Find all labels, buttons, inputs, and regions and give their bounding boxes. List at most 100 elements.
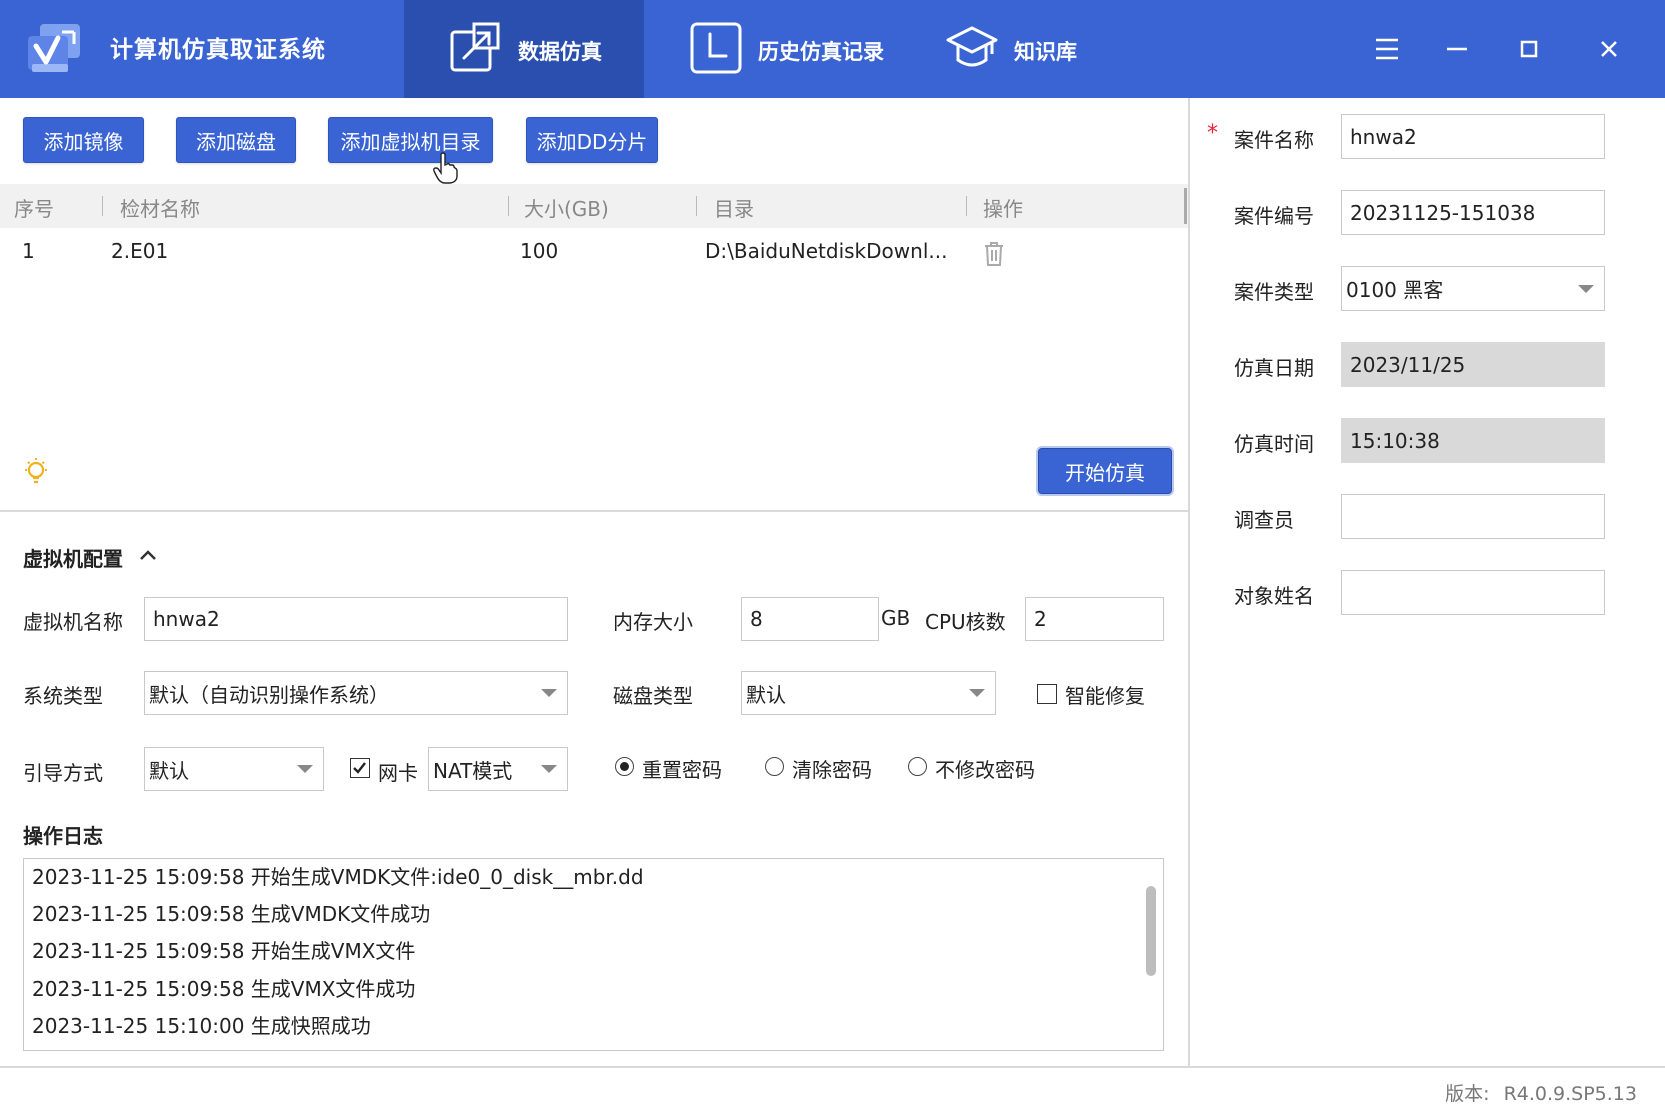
cpu-label: CPU核数 — [925, 610, 1006, 634]
vm-config-title[interactable]: 虚拟机配置 — [23, 543, 123, 572]
sim-date-field: 2023/11/25 — [1341, 342, 1605, 387]
log-title: 操作日志 — [23, 824, 103, 848]
case-type-label: 案件类型 — [1234, 280, 1314, 304]
radio-clear-password[interactable] — [765, 757, 784, 776]
required-marker: * — [1207, 121, 1218, 146]
boot-mode-label: 引导方式 — [23, 761, 103, 785]
cell-name: 2.E01 — [111, 239, 169, 263]
investigator-label: 调查员 — [1234, 508, 1294, 532]
operation-log[interactable]: 2023-11-25 15:09:58 开始生成VMDK文件:ide0_0_di… — [23, 858, 1164, 1051]
radio-keep-password[interactable] — [908, 757, 927, 776]
os-type-select[interactable]: 默认（自动识别操作系统） — [144, 671, 568, 715]
tab-knowledge-base[interactable]: 知识库 — [930, 0, 1130, 98]
disk-type-select[interactable]: 默认 — [741, 671, 996, 715]
column-header-actions: 操作 — [983, 197, 1023, 221]
start-simulation-button[interactable]: 开始仿真 — [1038, 448, 1172, 494]
smart-repair-label[interactable]: 智能修复 — [1065, 680, 1145, 709]
reset-password-label[interactable]: 重置密码 — [642, 754, 722, 783]
version-value: R4.0.9.SP5.13 — [1503, 1083, 1637, 1105]
app-title: 计算机仿真取证系统 — [110, 37, 326, 63]
version-label: 版本: — [1445, 1083, 1490, 1105]
open-external-icon — [450, 22, 500, 72]
add-dd-split-button[interactable]: 添加DD分片 — [526, 117, 658, 163]
column-header-index[interactable]: 序号 — [14, 193, 54, 222]
case-number-label: 案件编号 — [1234, 204, 1314, 228]
case-number-input[interactable]: 20231125-151038 — [1341, 190, 1605, 235]
nic-mode-select[interactable]: NAT模式 — [428, 747, 568, 791]
version-info: 版本: R4.0.9.SP5.13 — [1445, 1079, 1637, 1106]
lightbulb-icon[interactable] — [22, 456, 50, 486]
status-bar — [0, 1066, 1665, 1110]
nic-checkbox[interactable] — [350, 758, 370, 778]
nic-mode-value: NAT模式 — [433, 758, 513, 783]
case-type-value: 0100 黑客 — [1346, 278, 1444, 302]
chevron-down-icon — [1578, 285, 1594, 293]
subject-name-input[interactable] — [1341, 570, 1605, 615]
case-name-label: 案件名称 — [1234, 128, 1314, 152]
boot-mode-value: 默认 — [149, 758, 189, 783]
os-type-value: 默认（自动识别操作系统） — [149, 682, 389, 707]
os-type-label: 系统类型 — [23, 684, 103, 708]
app-logo-icon — [28, 24, 80, 72]
clear-password-label[interactable]: 清除密码 — [792, 754, 872, 783]
tab-label: 数据仿真 — [518, 40, 602, 64]
memory-unit: GB — [881, 606, 911, 630]
chevron-down-icon — [297, 765, 313, 773]
memory-input[interactable]: 8 — [741, 597, 879, 641]
title-bar: 计算机仿真取证系统 数据仿真 历史仿真记录 知识库 — [0, 0, 1665, 98]
sim-date-label: 仿真日期 — [1234, 356, 1314, 380]
checkmark-icon — [353, 762, 366, 774]
panel-divider — [1188, 98, 1190, 1068]
cell-size: 100 — [520, 239, 559, 263]
vm-name-input[interactable]: hnwa2 — [144, 597, 568, 641]
table-header: 序号 检材名称 大小(GB) 目录 操作 — [0, 184, 1188, 228]
menu-icon[interactable] — [1364, 26, 1410, 72]
tab-history-records[interactable]: 历史仿真记录 — [668, 0, 908, 98]
cell-index: 1 — [22, 239, 35, 263]
chevron-down-icon — [969, 689, 985, 697]
log-line: 2023-11-25 15:09:58 生成VMX文件成功 — [32, 977, 416, 1001]
column-header-directory[interactable]: 目录 — [714, 193, 754, 222]
log-line: 2023-11-25 15:09:58 开始生成VMDK文件:ide0_0_di… — [32, 865, 644, 889]
radio-reset-password[interactable] — [615, 757, 634, 776]
vm-name-label: 虚拟机名称 — [23, 610, 123, 634]
trash-icon[interactable] — [982, 239, 1006, 267]
hand-cursor-icon — [433, 152, 458, 184]
tab-label: 历史仿真记录 — [758, 40, 884, 64]
log-line: 2023-11-25 15:09:58 生成VMDK文件成功 — [32, 902, 431, 926]
case-type-select[interactable]: 0100 黑客 — [1341, 266, 1605, 311]
chevron-up-icon[interactable] — [137, 545, 159, 565]
add-vm-directory-button[interactable]: 添加虚拟机目录 — [328, 117, 493, 163]
smart-repair-checkbox[interactable] — [1037, 684, 1057, 704]
log-line: 2023-11-25 15:09:58 开始生成VMX文件 — [32, 939, 416, 963]
cell-directory: D:\BaiduNetdiskDownl... — [705, 239, 948, 263]
clock-icon — [690, 22, 742, 74]
disk-type-label: 磁盘类型 — [613, 684, 693, 708]
investigator-input[interactable] — [1341, 494, 1605, 539]
tab-label: 知识库 — [1014, 40, 1077, 64]
add-disk-button[interactable]: 添加磁盘 — [176, 117, 296, 163]
tab-data-simulation[interactable]: 数据仿真 — [404, 0, 644, 98]
cpu-cores-input[interactable]: 2 — [1025, 597, 1164, 641]
column-header-size[interactable]: 大小(GB) — [524, 193, 609, 222]
log-line: 2023-11-25 15:10:00 生成快照成功 — [32, 1014, 371, 1038]
close-icon[interactable] — [1586, 26, 1632, 72]
add-image-button[interactable]: 添加镜像 — [23, 117, 144, 163]
nic-label[interactable]: 网卡 — [378, 757, 418, 786]
memory-label: 内存大小 — [613, 610, 693, 634]
column-header-name[interactable]: 检材名称 — [120, 193, 200, 222]
minimize-icon[interactable] — [1434, 26, 1480, 72]
disk-type-value: 默认 — [746, 682, 786, 707]
sim-time-field: 15:10:38 — [1341, 418, 1605, 463]
subject-name-label: 对象姓名 — [1234, 584, 1314, 608]
keep-password-label[interactable]: 不修改密码 — [935, 754, 1035, 783]
chevron-down-icon — [541, 689, 557, 697]
boot-mode-select[interactable]: 默认 — [144, 747, 324, 791]
section-divider — [0, 510, 1188, 512]
case-name-input[interactable]: hnwa2 — [1341, 114, 1605, 159]
maximize-icon[interactable] — [1506, 26, 1552, 72]
table-scrollbar[interactable] — [1184, 188, 1187, 224]
graduation-cap-icon — [946, 26, 998, 67]
chevron-down-icon — [541, 765, 557, 773]
log-scrollbar[interactable] — [1146, 886, 1156, 976]
